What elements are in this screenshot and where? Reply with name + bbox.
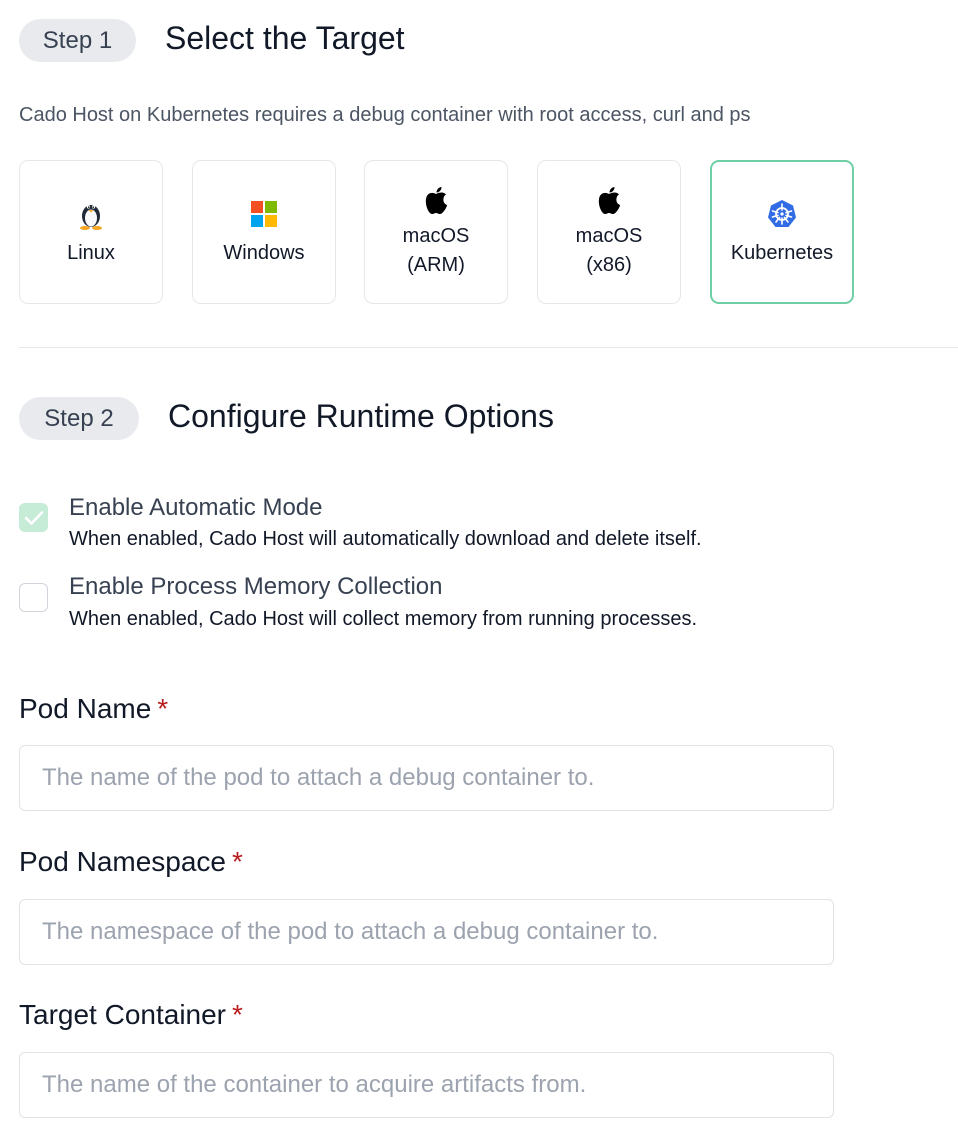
- target-label: Kubernetes: [730, 241, 834, 264]
- step-2-badge: Step 2: [19, 397, 139, 440]
- pod-name-label-text: Pod Name: [19, 693, 152, 724]
- step-2-title: Configure Runtime Options: [168, 398, 554, 434]
- target-description: Cado Host on Kubernetes requires a debug…: [19, 104, 751, 126]
- kubernetes-icon: [767, 197, 797, 231]
- apple-icon: [423, 184, 449, 218]
- step-1-badge: Step 1: [19, 19, 136, 62]
- pod-name-label: Pod Name *: [19, 693, 168, 725]
- step-1-title: Select the Target: [165, 20, 405, 56]
- required-mark: *: [232, 846, 243, 877]
- section-divider: [19, 347, 958, 348]
- automatic-mode-checkbox[interactable]: [19, 503, 48, 532]
- target-container-label: Target Container *: [19, 999, 243, 1031]
- checkmark-icon: [24, 510, 43, 525]
- target-label-line: macOS: [575, 225, 643, 247]
- process-memory-description: When enabled, Cado Host will collect mem…: [69, 608, 698, 630]
- target-tile-linux[interactable]: Linux: [19, 160, 163, 304]
- target-tile-macos-x86[interactable]: macOS (x86): [537, 160, 681, 304]
- target-tile-macos-arm[interactable]: macOS (ARM): [364, 160, 508, 304]
- target-label-line: macOS: [402, 225, 470, 247]
- automatic-mode-title: Enable Automatic Mode: [69, 494, 323, 521]
- target-label: Windows: [223, 241, 305, 264]
- target-label-line: (x86): [586, 254, 632, 276]
- target-label: macOS (x86): [576, 222, 643, 280]
- apple-icon: [596, 184, 622, 218]
- target-tile-windows[interactable]: Windows: [192, 160, 336, 304]
- required-mark: *: [232, 999, 243, 1030]
- process-memory-title: Enable Process Memory Collection: [69, 573, 443, 600]
- pod-namespace-input[interactable]: [19, 899, 834, 965]
- target-tile-kubernetes[interactable]: Kubernetes: [710, 160, 854, 304]
- target-label: Linux: [67, 241, 115, 264]
- pod-namespace-label-text: Pod Namespace: [19, 846, 227, 877]
- target-label: macOS (ARM): [403, 222, 470, 280]
- required-mark: *: [157, 693, 169, 724]
- pod-name-input[interactable]: [19, 745, 834, 811]
- target-container-input[interactable]: [19, 1052, 834, 1118]
- process-memory-checkbox[interactable]: [19, 583, 48, 612]
- target-container-label-text: Target Container: [19, 999, 227, 1030]
- automatic-mode-description: When enabled, Cado Host will automatical…: [69, 528, 702, 550]
- linux-penguin-icon: [78, 197, 104, 231]
- windows-logo-icon: [251, 197, 277, 231]
- target-label-line: (ARM): [407, 254, 465, 276]
- pod-namespace-label: Pod Namespace *: [19, 846, 243, 878]
